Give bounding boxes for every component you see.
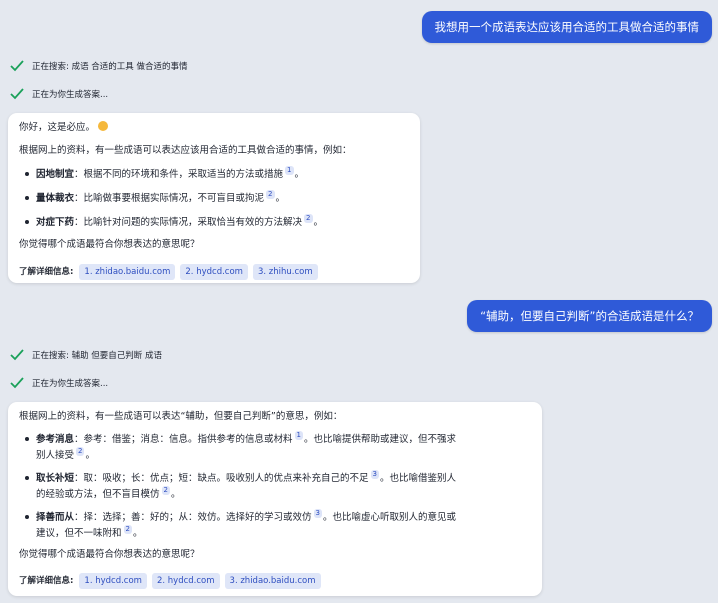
smile-emoji-icon bbox=[98, 121, 109, 131]
user-message-2: “辅助，但要自己判断”的合适成语是什么？ bbox=[467, 300, 712, 332]
list-item: 取长补短：取：吸收；长：优点；短：缺点。吸收别人的优点来补充自己的不足 3 。也比喻… bbox=[19, 470, 532, 502]
greeting: 你好，这是必应。 bbox=[19, 121, 410, 135]
bot-response-2: 根据网上的资料，有一些成语可以表达“辅助，但要自己判断”的意思，例如： 参考消息… bbox=[8, 402, 542, 596]
idiom-term: 因地制宜 bbox=[36, 169, 75, 180]
citation-marker[interactable]: 3 bbox=[370, 470, 379, 479]
citation-marker[interactable]: 2 bbox=[123, 525, 132, 534]
citation-marker[interactable]: 2 bbox=[304, 214, 313, 223]
citation-marker[interactable]: 1 bbox=[285, 166, 294, 175]
idiom-term: 量体裁衣 bbox=[36, 193, 75, 204]
citation-marker[interactable]: 1 bbox=[294, 431, 303, 440]
generating-status-text: 正在为你生成答案... bbox=[32, 90, 109, 100]
search-status-2: 正在搜索: 辅助 但要自己判断 成语 bbox=[10, 349, 162, 361]
check-icon bbox=[10, 88, 24, 100]
list-item: 因地制宜：根据不同的环境和条件，采取适当的方法或措施 1。 bbox=[19, 166, 410, 182]
source-link[interactable]: 2. hydcd.com bbox=[180, 264, 248, 280]
check-icon bbox=[10, 377, 24, 389]
list-item: 择善而从：择：选择；善：好的；从：效仿。选择好的学习或效仿 3 。也比喻虚心听取别人… bbox=[19, 509, 532, 541]
list-item: 量体裁衣：比喻做事要根据实际情况，不可盲目或拘泥 2。 bbox=[19, 190, 410, 206]
generating-status-2: 正在为你生成答案... bbox=[10, 377, 108, 389]
learn-more-label: 了解详细信息: bbox=[19, 267, 74, 277]
learn-more-row: 了解详细信息: 1. hydcd.com 2. hydcd.com 3. zhi… bbox=[19, 573, 532, 589]
follow-up-question: 你觉得哪个成语最符合你想表达的意思呢？ bbox=[19, 549, 200, 560]
idiom-list: 参考消息：参考：借鉴；消息：信息。指供参考的信息或材料 1 。也比喻提供帮助或建议，… bbox=[19, 431, 532, 541]
idiom-term: 择善而从 bbox=[36, 512, 75, 523]
citation-marker[interactable]: 3 bbox=[313, 509, 322, 518]
list-item: 对症下药：比喻针对问题的实际情况，采取恰当有效的方法解决 2。 bbox=[19, 214, 410, 230]
generating-status-text: 正在为你生成答案... bbox=[32, 379, 109, 389]
list-item: 参考消息：参考：借鉴；消息：信息。指供参考的信息或材料 1 。也比喻提供帮助或建议，… bbox=[19, 431, 532, 463]
bot-response-1: 你好，这是必应。 根据网上的资料，有一些成语可以表达应该用合适的工具做合适的事情… bbox=[8, 113, 420, 283]
idiom-term: 取长补短 bbox=[36, 473, 75, 484]
source-link[interactable]: 1. zhidao.baidu.com bbox=[79, 264, 176, 280]
source-link[interactable]: 3. zhidao.baidu.com bbox=[224, 573, 321, 589]
learn-more-label: 了解详细信息: bbox=[19, 576, 74, 586]
source-link[interactable]: 2. hydcd.com bbox=[151, 573, 220, 589]
idiom-list: 因地制宜：根据不同的环境和条件，采取适当的方法或措施 1。 量体裁衣：比喻做事要根… bbox=[19, 166, 410, 230]
source-link[interactable]: 3. zhihu.com bbox=[252, 264, 318, 280]
source-link[interactable]: 1. hydcd.com bbox=[79, 573, 147, 589]
search-status-text: 正在搜索: 成语 合适的工具 做合适的事情 bbox=[32, 62, 188, 72]
user-message-1: 我想用一个成语表达应该用合适的工具做合适的事情 bbox=[421, 11, 712, 43]
generating-status-1: 正在为你生成答案... bbox=[10, 88, 108, 100]
search-status-text: 正在搜索: 辅助 但要自己判断 成语 bbox=[32, 351, 162, 361]
learn-more-row: 了解详细信息: 1. zhidao.baidu.com 2. hydcd.com… bbox=[19, 264, 410, 280]
response-intro: 根据网上的资料，有一些成语可以表达应该用合适的工具做合适的事情，例如： bbox=[19, 145, 352, 156]
citation-marker[interactable]: 2 bbox=[266, 190, 275, 199]
search-status-1: 正在搜索: 成语 合适的工具 做合适的事情 bbox=[10, 60, 187, 72]
check-icon bbox=[10, 60, 24, 72]
follow-up-question: 你觉得哪个成语最符合你想表达的意思呢？ bbox=[19, 239, 200, 250]
citation-marker[interactable]: 2 bbox=[76, 447, 85, 456]
check-icon bbox=[10, 349, 24, 361]
response-intro: 根据网上的资料，有一些成语可以表达“辅助，但要自己判断”的意思，例如： bbox=[19, 411, 343, 422]
idiom-term: 对症下药 bbox=[36, 217, 75, 228]
citation-marker[interactable]: 2 bbox=[161, 486, 170, 495]
idiom-term: 参考消息 bbox=[36, 434, 75, 445]
